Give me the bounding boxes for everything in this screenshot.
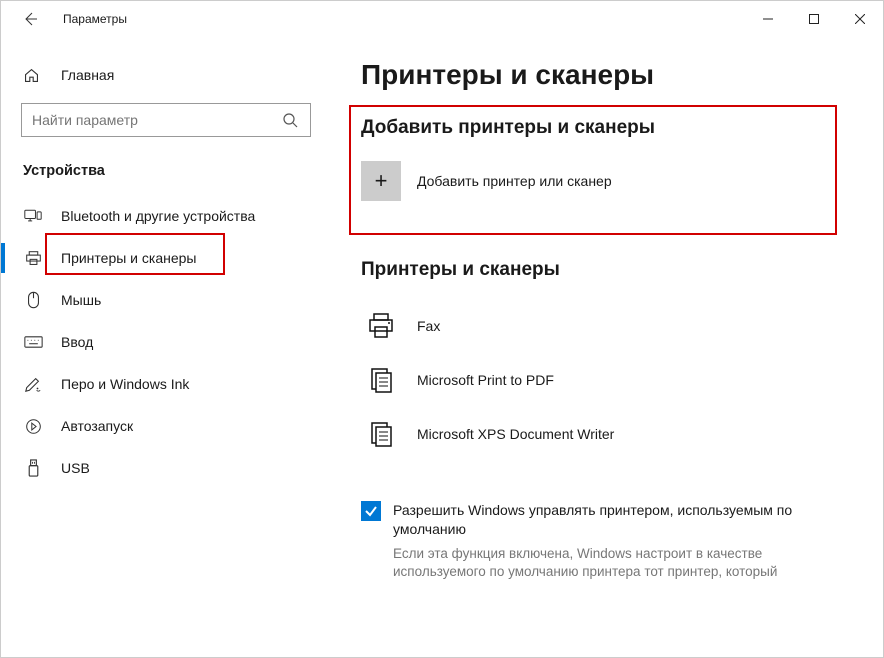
autoplay-icon: [23, 418, 43, 435]
add-section-header: Добавить принтеры и сканеры: [361, 117, 853, 139]
category-header: Устройства: [1, 151, 331, 195]
default-printer-setting: Разрешить Windows управлять принтером, и…: [361, 501, 853, 581]
keyboard-icon: [23, 335, 43, 349]
nav-item-bluetooth[interactable]: Bluetooth и другие устройства: [1, 195, 331, 237]
checkbox-description: Если эта функция включена, Windows настр…: [393, 545, 853, 581]
nav-item-pen[interactable]: Перо и Windows Ink: [1, 363, 331, 405]
printer-device-icon: [361, 414, 401, 454]
nav-item-printers[interactable]: Принтеры и сканеры: [1, 237, 331, 279]
nav-label: Перо и Windows Ink: [61, 376, 189, 392]
printer-name: Microsoft XPS Document Writer: [417, 426, 614, 442]
titlebar: Параметры: [1, 1, 883, 37]
home-nav-item[interactable]: Главная: [1, 55, 331, 95]
printer-device-icon: [361, 360, 401, 400]
printers-section: Принтеры и сканеры Fax Microsoft Print t…: [361, 259, 853, 461]
arrow-left-icon: [22, 11, 38, 27]
minimize-icon: [763, 14, 773, 24]
app-body: Главная Устройства Bluetooth и другие ус…: [1, 37, 883, 657]
nav-label: USB: [61, 460, 90, 476]
nav-item-typing[interactable]: Ввод: [1, 321, 331, 363]
main-content: Принтеры и сканеры Добавить принтеры и с…: [331, 37, 883, 657]
add-button-label: Добавить принтер или сканер: [417, 173, 612, 189]
pen-icon: [23, 375, 43, 393]
page-title: Принтеры и сканеры: [361, 59, 853, 91]
printer-item[interactable]: Microsoft XPS Document Writer: [361, 407, 853, 461]
usb-icon: [23, 459, 43, 478]
mouse-icon: [23, 291, 43, 309]
home-label: Главная: [61, 67, 114, 83]
nav-label: Принтеры и сканеры: [61, 250, 196, 266]
printer-name: Microsoft Print to PDF: [417, 372, 554, 388]
search-box[interactable]: [21, 103, 311, 137]
close-icon: [855, 14, 865, 24]
default-printer-checkbox[interactable]: [361, 501, 381, 521]
maximize-icon: [809, 14, 819, 24]
search-input[interactable]: [32, 112, 282, 128]
nav-label: Ввод: [61, 334, 93, 350]
home-icon: [23, 67, 43, 84]
nav-item-usb[interactable]: USB: [1, 447, 331, 489]
search-icon: [282, 112, 300, 128]
printer-icon: [23, 250, 43, 267]
back-button[interactable]: [15, 4, 45, 34]
add-printer-section: Добавить принтеры и сканеры + Добавить п…: [361, 117, 853, 231]
devices-icon: [23, 208, 43, 224]
checkmark-icon: [364, 504, 378, 518]
minimize-button[interactable]: [745, 3, 791, 35]
plus-icon: +: [361, 161, 401, 201]
nav-label: Мышь: [61, 292, 101, 308]
printer-item[interactable]: Fax: [361, 299, 853, 353]
printer-item[interactable]: Microsoft Print to PDF: [361, 353, 853, 407]
window-title: Параметры: [63, 12, 127, 26]
sidebar: Главная Устройства Bluetooth и другие ус…: [1, 37, 331, 657]
close-button[interactable]: [837, 3, 883, 35]
maximize-button[interactable]: [791, 3, 837, 35]
nav-label: Bluetooth и другие устройства: [61, 208, 255, 224]
window-controls: [745, 3, 883, 35]
nav-item-mouse[interactable]: Мышь: [1, 279, 331, 321]
nav-label: Автозапуск: [61, 418, 133, 434]
printer-name: Fax: [417, 318, 440, 334]
printer-device-icon: [361, 306, 401, 346]
printers-list-header: Принтеры и сканеры: [361, 259, 853, 281]
checkbox-label: Разрешить Windows управлять принтером, и…: [393, 501, 853, 539]
nav-item-autoplay[interactable]: Автозапуск: [1, 405, 331, 447]
add-printer-button[interactable]: + Добавить принтер или сканер: [361, 157, 853, 205]
